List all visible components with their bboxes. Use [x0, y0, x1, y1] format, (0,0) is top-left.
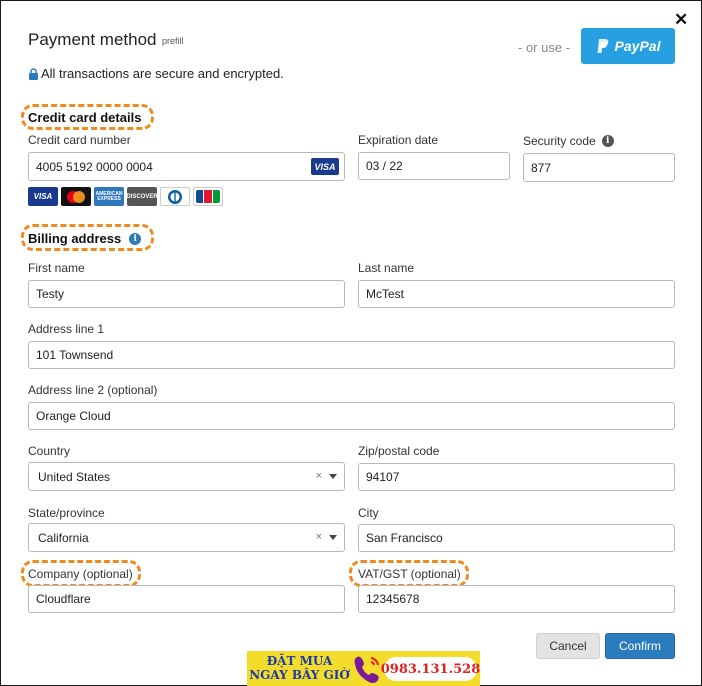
secure-notice: All transactions are secure and encrypte… [28, 66, 284, 81]
chevron-down-icon[interactable] [329, 535, 337, 540]
security-code-label: Security code [523, 134, 596, 148]
country-value: United States [38, 469, 111, 484]
paypal-button[interactable]: PayPal [581, 28, 675, 64]
or-use-text: - or use - [518, 40, 571, 55]
prefill-link[interactable]: prefill [162, 36, 184, 46]
dialog-title: Payment method [28, 30, 157, 49]
info-icon[interactable]: i [601, 135, 614, 147]
address1-input[interactable]: 101 Townsend [28, 341, 675, 369]
promo-phone: 0983.131.528 [381, 657, 480, 681]
address2-input[interactable]: Orange Cloud [28, 402, 675, 430]
lock-icon [29, 67, 38, 80]
expiration-input[interactable]: 03 / 22 [358, 152, 510, 180]
address1-value: 101 Townsend [36, 348, 114, 362]
state-value: California [38, 530, 89, 545]
close-icon[interactable]: ✕ [674, 10, 688, 30]
zip-input[interactable]: 94107 [358, 463, 675, 491]
vat-label: VAT/GST (optional) [358, 567, 461, 581]
amex-icon: AMERICAN EXPRESS [94, 187, 124, 206]
payment-dialog: Payment method prefill ✕ - or use - PayP… [0, 0, 702, 686]
promo-banner[interactable]: ĐẶT MUA NGAY BÂY GIỜ 0983.131.528 [247, 651, 480, 686]
address2-value: Orange Cloud [36, 409, 111, 423]
promo-line2: NGAY BÂY GIỜ [249, 668, 350, 682]
company-value: Cloudflare [36, 592, 91, 606]
cancel-button[interactable]: Cancel [536, 633, 600, 659]
card-number-input[interactable]: 4005 5192 0000 0004 VISA [28, 152, 345, 181]
expiration-value: 03 / 22 [366, 159, 403, 173]
security-code-label-row: Security code i [523, 134, 614, 148]
clear-icon[interactable]: × [316, 531, 322, 543]
paypal-icon [597, 39, 608, 53]
last-name-input[interactable]: McTest [358, 280, 675, 308]
card-number-value: 4005 5192 0000 0004 [36, 159, 153, 174]
credit-card-section-title: Credit card details [28, 110, 142, 125]
company-label: Company (optional) [28, 567, 133, 581]
last-name-value: McTest [366, 287, 405, 301]
city-input[interactable]: San Francisco [358, 524, 675, 552]
zip-value: 94107 [366, 470, 400, 484]
first-name-label: First name [28, 261, 85, 275]
country-label: Country [28, 444, 71, 458]
paypal-label: PayPal [614, 38, 661, 54]
security-code-input[interactable]: 877 [523, 153, 675, 182]
address2-label: Address line 2 (optional) [28, 383, 158, 397]
confirm-button[interactable]: Confirm [605, 633, 675, 659]
expiration-label: Expiration date [358, 133, 439, 147]
promo-text: ĐẶT MUA NGAY BÂY GIỜ [247, 654, 352, 682]
card-number-label: Credit card number [28, 133, 131, 147]
visa-card-icon: VISA [28, 187, 58, 206]
company-input[interactable]: Cloudflare [28, 585, 345, 613]
mastercard-icon [61, 187, 91, 206]
billing-section-title: Billing address [28, 231, 122, 246]
address1-label: Address line 1 [28, 322, 105, 336]
vat-value: 12345678 [366, 592, 420, 606]
city-value: San Francisco [366, 531, 443, 545]
discover-icon: DISCOVER [126, 187, 158, 206]
secure-text: All transactions are secure and encrypte… [41, 66, 284, 81]
billing-info-icon[interactable]: i [129, 232, 142, 245]
vat-input[interactable]: 12345678 [358, 585, 675, 613]
zip-label: Zip/postal code [358, 444, 440, 458]
diners-club-icon [160, 187, 190, 206]
billing-section-header: Billing address i [28, 231, 142, 246]
last-name-label: Last name [358, 261, 415, 275]
first-name-value: Testy [36, 287, 65, 301]
jcb-icon [193, 187, 223, 206]
visa-icon: VISA [311, 158, 339, 175]
state-select[interactable]: California × [28, 523, 345, 552]
promo-line1: ĐẶT MUA [266, 654, 333, 668]
first-name-input[interactable]: Testy [28, 280, 345, 308]
clear-icon[interactable]: × [316, 470, 322, 482]
state-label: State/province [28, 506, 105, 520]
city-label: City [358, 506, 379, 520]
country-select[interactable]: United States × [28, 462, 345, 491]
phone-icon [354, 656, 379, 684]
security-code-value: 877 [531, 160, 552, 175]
chevron-down-icon[interactable] [329, 474, 337, 479]
